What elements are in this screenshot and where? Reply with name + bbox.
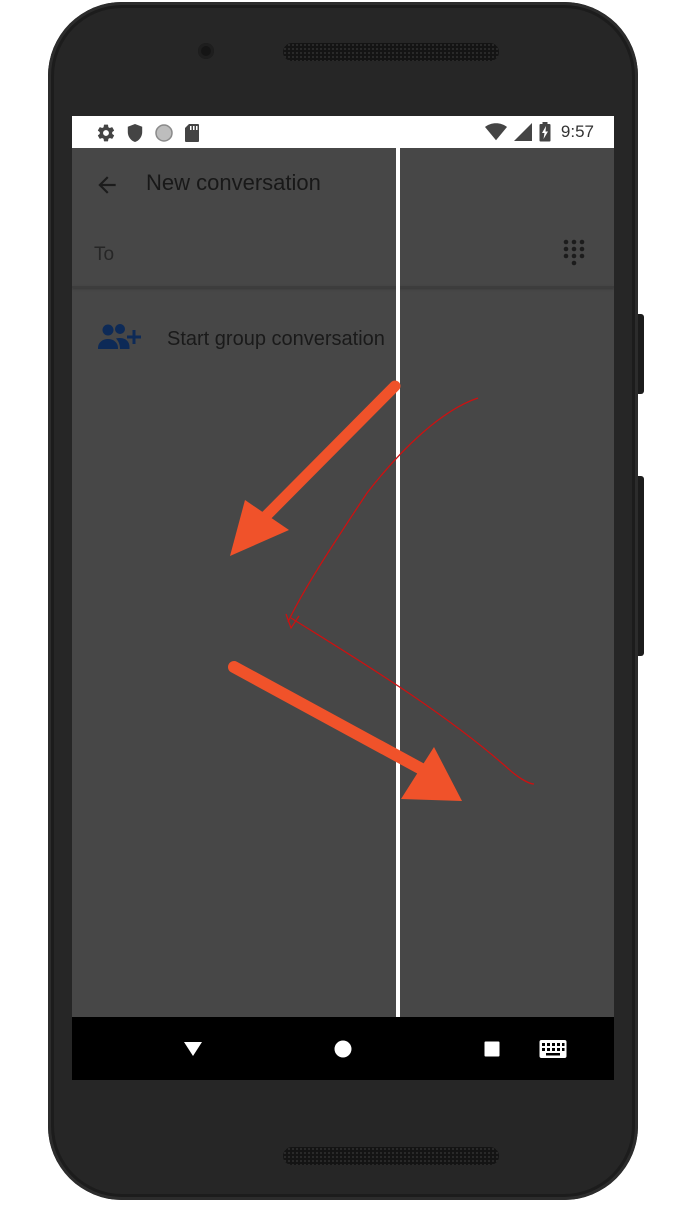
red-curve-stroke [287, 397, 479, 623]
sd-card-icon [184, 123, 200, 143]
red-diagonal-stroke [290, 617, 535, 785]
bottom-speaker-grille [283, 1147, 499, 1165]
system-navigation-bar [72, 1017, 614, 1080]
group-add-icon [96, 322, 142, 352]
back-triangle-icon [183, 1040, 203, 1058]
status-time: 9:57 [560, 122, 594, 141]
nav-home-button[interactable] [329, 1035, 357, 1063]
arrow-back-icon [94, 172, 120, 198]
start-group-conversation-row[interactable]: Start group conversation [72, 312, 614, 368]
nav-keyboard-button[interactable] [538, 1035, 568, 1063]
dialpad-icon [562, 238, 592, 270]
device-screenshot: 9:57 New conversation To Start group con… [0, 0, 684, 1222]
orange-arrows [228, 380, 462, 801]
dialpad-button[interactable] [562, 238, 592, 272]
back-button[interactable] [92, 170, 122, 200]
battery-charging-icon [539, 122, 551, 142]
status-right-icons: 9:57 [484, 122, 594, 142]
shield-icon [126, 123, 144, 143]
wifi-icon [484, 122, 507, 142]
circle-icon [154, 123, 174, 143]
status-left-icons [96, 123, 200, 143]
start-group-conversation-label: Start group conversation [167, 328, 385, 350]
red-arrowhead-stroke [285, 613, 300, 630]
power-button[interactable] [638, 314, 644, 394]
to-label: To [94, 244, 115, 265]
front-camera [198, 43, 214, 59]
signal-icon [513, 122, 533, 142]
status-bar: 9:57 [72, 116, 614, 148]
nav-recents-button[interactable] [478, 1035, 506, 1063]
app-bar: New conversation [72, 148, 614, 220]
recents-square-icon [483, 1040, 501, 1058]
recipient-row[interactable]: To [72, 220, 614, 286]
freehand-red-annotation [285, 397, 535, 785]
orange-arrow-down-right [228, 661, 462, 801]
home-circle-icon [333, 1039, 353, 1059]
header-divider [72, 286, 614, 288]
phone-screen: 9:57 New conversation To Start group con… [72, 116, 614, 1080]
top-speaker-grille [283, 43, 499, 61]
nav-back-button[interactable] [179, 1035, 207, 1063]
settings-icon [96, 123, 116, 143]
volume-rocker[interactable] [638, 476, 644, 656]
page-title: New conversation [146, 170, 321, 195]
orange-arrow-down-left [230, 380, 401, 556]
keyboard-icon [539, 1039, 567, 1059]
